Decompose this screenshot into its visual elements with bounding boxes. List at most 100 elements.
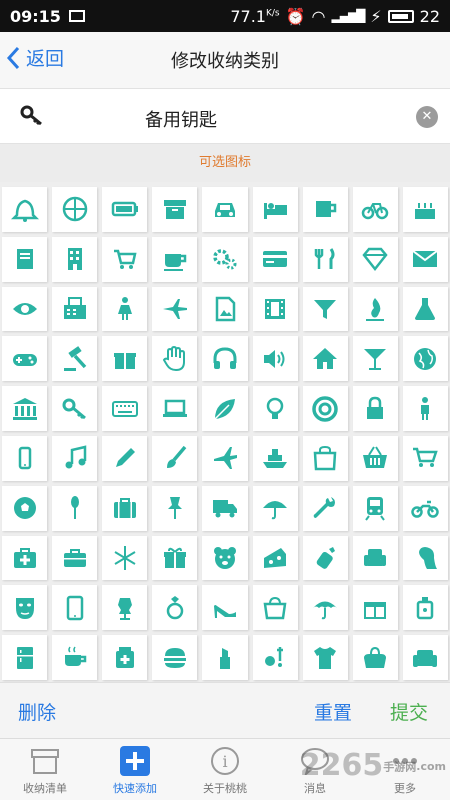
icon-option-purse[interactable]	[352, 635, 398, 680]
icon-option-cheese[interactable]	[252, 535, 298, 581]
category-name-field[interactable]: 备用钥匙 ✕	[0, 88, 450, 144]
icon-option-paintbrush[interactable]	[152, 435, 198, 481]
icon-option-handbag[interactable]	[252, 585, 298, 631]
icon-option-train[interactable]	[352, 485, 398, 531]
icon-option-burger[interactable]	[152, 635, 198, 680]
icon-option-male[interactable]	[402, 386, 448, 431]
icon-option-cocktail[interactable]	[352, 336, 398, 382]
icon-option-pushpin[interactable]	[152, 485, 198, 531]
icon-option-gavel[interactable]	[52, 336, 98, 382]
icon-option-ring[interactable]	[152, 585, 198, 631]
icon-option-female[interactable]	[102, 286, 148, 332]
icon-option-cup[interactable]	[302, 187, 348, 232]
icon-option-battery[interactable]	[102, 187, 148, 232]
icon-option-t-shirt[interactable]	[302, 635, 348, 680]
icon-option-diamond[interactable]	[352, 236, 398, 282]
icon-option-truck[interactable]	[202, 485, 248, 531]
icon-option-umbrella[interactable]	[252, 485, 298, 531]
icon-option-gears[interactable]	[202, 236, 248, 282]
icon-option-mobile-phone[interactable]	[2, 435, 48, 481]
icon-option-eye[interactable]	[2, 286, 48, 332]
icon-option-present[interactable]	[352, 585, 398, 631]
icon-option-perfume[interactable]	[402, 585, 448, 631]
icon-option-lock[interactable]	[352, 386, 398, 431]
icon-option-tablet[interactable]	[52, 585, 98, 631]
icon-option-suitcase[interactable]	[102, 485, 148, 531]
tab-about[interactable]: i 关于桃桃	[180, 739, 270, 800]
icon-option-wrench[interactable]	[302, 485, 348, 531]
icon-option-flask[interactable]	[402, 286, 448, 332]
icon-option-bed[interactable]	[252, 187, 298, 232]
icon-option-cart[interactable]	[402, 435, 448, 481]
icon-option-plane[interactable]	[202, 435, 248, 481]
delete-button[interactable]: 删除	[18, 698, 56, 725]
icon-option-hand[interactable]	[152, 336, 198, 382]
reset-button[interactable]: 重置	[314, 698, 352, 725]
icon-option-credit-card[interactable]	[252, 236, 298, 282]
icon-option-headphones[interactable]	[202, 336, 248, 382]
icon-option-coffee-cup[interactable]	[152, 236, 198, 282]
icon-option-envelope[interactable]	[402, 236, 448, 282]
icon-option-tea-cup[interactable]	[52, 635, 98, 680]
icon-option-fork-knife[interactable]	[302, 236, 348, 282]
icon-option-bell[interactable]	[2, 187, 48, 232]
icon-option-bank[interactable]	[2, 386, 48, 431]
icon-option-gift-box[interactable]	[152, 535, 198, 581]
icon-option-birthday-cake[interactable]	[402, 187, 448, 232]
icon-option-leaf[interactable]	[202, 386, 248, 431]
icon-option-basket[interactable]	[352, 435, 398, 481]
icon-option-shopping-cart[interactable]	[102, 236, 148, 282]
icon-option-shopping-bag[interactable]	[302, 435, 348, 481]
icon-option-baby-bottle[interactable]	[302, 535, 348, 581]
icon-option-film[interactable]	[252, 286, 298, 332]
icon-option-gift[interactable]	[102, 336, 148, 382]
icon-option-gamepad[interactable]	[2, 336, 48, 382]
icon-option-spoon[interactable]	[52, 485, 98, 531]
icon-option-motorcycle[interactable]	[402, 485, 448, 531]
icon-option-archive-box[interactable]	[152, 187, 198, 232]
icon-option-umbrella-open[interactable]	[302, 585, 348, 631]
icon-option-lipstick[interactable]	[202, 635, 248, 680]
icon-option-building[interactable]	[52, 236, 98, 282]
tab-inventory[interactable]: 收纳清单	[0, 739, 90, 800]
icon-option-woman-hair[interactable]	[402, 535, 448, 581]
icon-option-soccer-ball[interactable]	[2, 485, 48, 531]
submit-button[interactable]: 提交	[390, 698, 428, 725]
clear-input-button[interactable]: ✕	[416, 106, 438, 128]
icon-option-music-note[interactable]	[52, 435, 98, 481]
icon-option-briefcase[interactable]	[52, 535, 98, 581]
icon-option-medicine-box[interactable]	[102, 635, 148, 680]
icon-option-laptop[interactable]	[152, 386, 198, 431]
icon-option-car[interactable]	[202, 187, 248, 232]
icon-option-lightbulb[interactable]	[252, 386, 298, 431]
icon-option-lifebuoy[interactable]	[302, 386, 348, 431]
icon-option-sofa[interactable]	[402, 635, 448, 680]
icon-option-image-file[interactable]	[202, 286, 248, 332]
icon-option-book[interactable]	[2, 236, 48, 282]
icon-option-dress-form[interactable]	[102, 585, 148, 631]
icon-option-armchair[interactable]	[352, 535, 398, 581]
icon-option-badminton[interactable]	[252, 635, 298, 680]
icon-option-home[interactable]	[302, 336, 348, 382]
icon-option-snowflake[interactable]	[102, 535, 148, 581]
icon-option-key[interactable]	[52, 386, 98, 431]
icon-option-basketball[interactable]	[52, 187, 98, 232]
icon-option-high-heel[interactable]	[202, 585, 248, 631]
icon-option-pencil[interactable]	[102, 435, 148, 481]
icon-option-teddy-bear[interactable]	[202, 535, 248, 581]
icon-option-fridge[interactable]	[2, 635, 48, 680]
icon-option-globe[interactable]	[402, 336, 448, 382]
icon-option-filter[interactable]	[302, 286, 348, 332]
icon-option-bicycle[interactable]	[352, 187, 398, 232]
icon-option-medical-kit[interactable]	[2, 535, 48, 581]
back-button[interactable]: 返回	[6, 44, 64, 71]
icon-option-keyboard[interactable]	[102, 386, 148, 431]
tab-quick-add[interactable]: 快速添加	[90, 739, 180, 800]
cup-icon	[316, 201, 337, 218]
icon-option-fax[interactable]	[52, 286, 98, 332]
icon-option-ship[interactable]	[252, 435, 298, 481]
icon-option-airplane[interactable]	[152, 286, 198, 332]
icon-option-volume[interactable]	[252, 336, 298, 382]
icon-option-fire[interactable]	[352, 286, 398, 332]
icon-option-face-mask[interactable]	[2, 585, 48, 631]
